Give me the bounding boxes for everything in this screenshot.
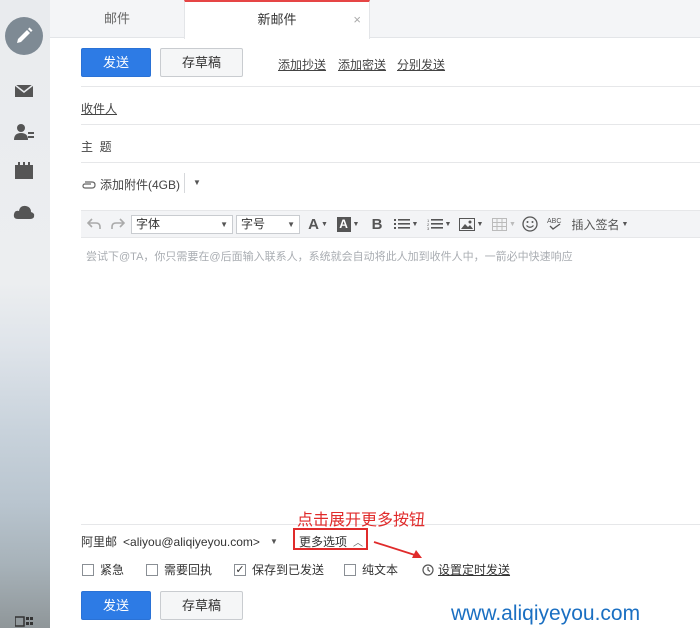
watermark-text: www.aliqiyeyou.com (451, 602, 641, 625)
numbered-list-icon[interactable]: 1 2 3 ▼ (425, 211, 453, 237)
undo-icon[interactable] (85, 211, 103, 237)
sender-email: <aliyou@aliqiyeyou.com> (123, 534, 260, 549)
clock-icon (422, 563, 434, 576)
editor-placeholder: 尝试下@TA，你只需要在@后面输入联系人，系统就会自动将此人加到收件人中，一箭必… (86, 251, 573, 263)
table-icon[interactable]: ▼ (490, 211, 518, 237)
recipient-label[interactable]: 收件人 (81, 100, 117, 117)
chevron-down-icon: ▼ (269, 537, 278, 546)
tab-new-mail[interactable]: 新邮件 × (184, 0, 370, 39)
send-button-bottom[interactable]: 发送 (81, 591, 151, 620)
mail-icon[interactable] (13, 80, 35, 102)
insert-signature-label: 插入签名 (571, 217, 620, 232)
chevron-down-icon: ▼ (287, 220, 295, 229)
message-editor[interactable] (81, 238, 700, 524)
recipient-input[interactable] (130, 92, 690, 122)
compose-button[interactable] (5, 17, 43, 55)
urgent-checkbox[interactable]: 紧急 (82, 561, 124, 578)
divider (81, 86, 700, 87)
plain-text-checkbox[interactable]: 纯文本 (344, 561, 398, 578)
font-size-up-icon[interactable]: A ▼ (306, 211, 330, 237)
receipt-checkbox[interactable]: 需要回执 (146, 561, 212, 578)
save-draft-button[interactable]: 存草稿 (160, 48, 243, 77)
checkbox-box (344, 563, 356, 576)
font-size-select[interactable]: 字号 ▼ (236, 215, 300, 234)
urgent-label: 紧急 (100, 563, 125, 577)
svg-text:3: 3 (427, 226, 430, 230)
subject-label: 主 题 (81, 140, 112, 154)
more-options-label: 更多选项 (299, 535, 348, 549)
plain-text-label: 纯文本 (362, 563, 399, 577)
divider (81, 124, 700, 125)
schedule-send-link[interactable]: 设置定时发送 (422, 561, 510, 578)
save-to-sent-checkbox[interactable]: ✓ 保存到已发送 (234, 561, 324, 578)
schedule-send-label: 设置定时发送 (438, 563, 511, 577)
redo-icon[interactable] (109, 211, 127, 237)
sender-name: 阿里邮 (81, 535, 118, 549)
paperclip-icon (82, 180, 96, 189)
editor-toolbar: 字体 ▼ 字号 ▼ A ▼ A ▼ B ▼ 1 2 3 ▼ ▼ ▼ ABC 插入签名 ▼ (81, 210, 700, 238)
add-bcc-link[interactable]: 添加密送 (338, 56, 386, 73)
attachment-dropdown-caret[interactable]: ▼ (193, 178, 201, 187)
save-to-sent-label: 保存到已发送 (252, 563, 325, 577)
apps-icon[interactable] (14, 610, 36, 628)
emoji-icon[interactable] (520, 211, 540, 237)
font-size-value: 字号 (241, 217, 266, 231)
cloud-icon[interactable] (13, 201, 35, 223)
contacts-icon[interactable] (13, 121, 35, 143)
pencil-icon (17, 27, 33, 43)
checkbox-box (82, 563, 94, 576)
close-icon[interactable]: × (353, 2, 361, 38)
add-cc-link[interactable]: 添加抄送 (278, 56, 326, 73)
subject-input[interactable] (130, 130, 690, 160)
separate-send-link[interactable]: 分别发送 (397, 56, 445, 73)
font-family-value: 字体 (136, 217, 161, 231)
send-button[interactable]: 发送 (81, 48, 151, 77)
calendar-icon[interactable] (13, 160, 35, 182)
tab-mail[interactable]: 邮件 (50, 0, 184, 38)
insert-signature-button[interactable]: 插入签名 ▼ (571, 211, 629, 237)
bold-icon[interactable]: B (368, 211, 386, 237)
attachment-label: 添加附件(4GB) (100, 178, 181, 192)
add-attachment-button[interactable]: 添加附件(4GB) (81, 176, 180, 193)
divider (81, 162, 700, 163)
spellcheck-icon[interactable]: ABC (545, 211, 567, 237)
sender-select[interactable]: 阿里邮 <aliyou@aliqiyeyou.com> ▼ (81, 533, 278, 550)
checkbox-box (146, 563, 158, 576)
left-sidebar (0, 0, 50, 628)
chevron-down-icon: ▼ (220, 220, 228, 229)
divider (184, 173, 185, 193)
receipt-label: 需要回执 (164, 563, 213, 577)
checkmark-icon: ✓ (234, 563, 246, 576)
more-options-button[interactable]: 更多选项 ︿ (299, 533, 363, 550)
tab-new-mail-label: 新邮件 (257, 12, 297, 27)
tab-bar: 邮件 新邮件 × (50, 0, 700, 39)
font-color-icon[interactable]: A ▼ (335, 211, 361, 237)
font-family-select[interactable]: 字体 ▼ (131, 215, 233, 234)
bullet-list-icon[interactable]: ▼ (392, 211, 420, 237)
image-icon[interactable]: ▼ (457, 211, 485, 237)
save-draft-button-bottom[interactable]: 存草稿 (160, 591, 243, 620)
annotation-text: 点击展开更多按钮 (297, 512, 426, 529)
